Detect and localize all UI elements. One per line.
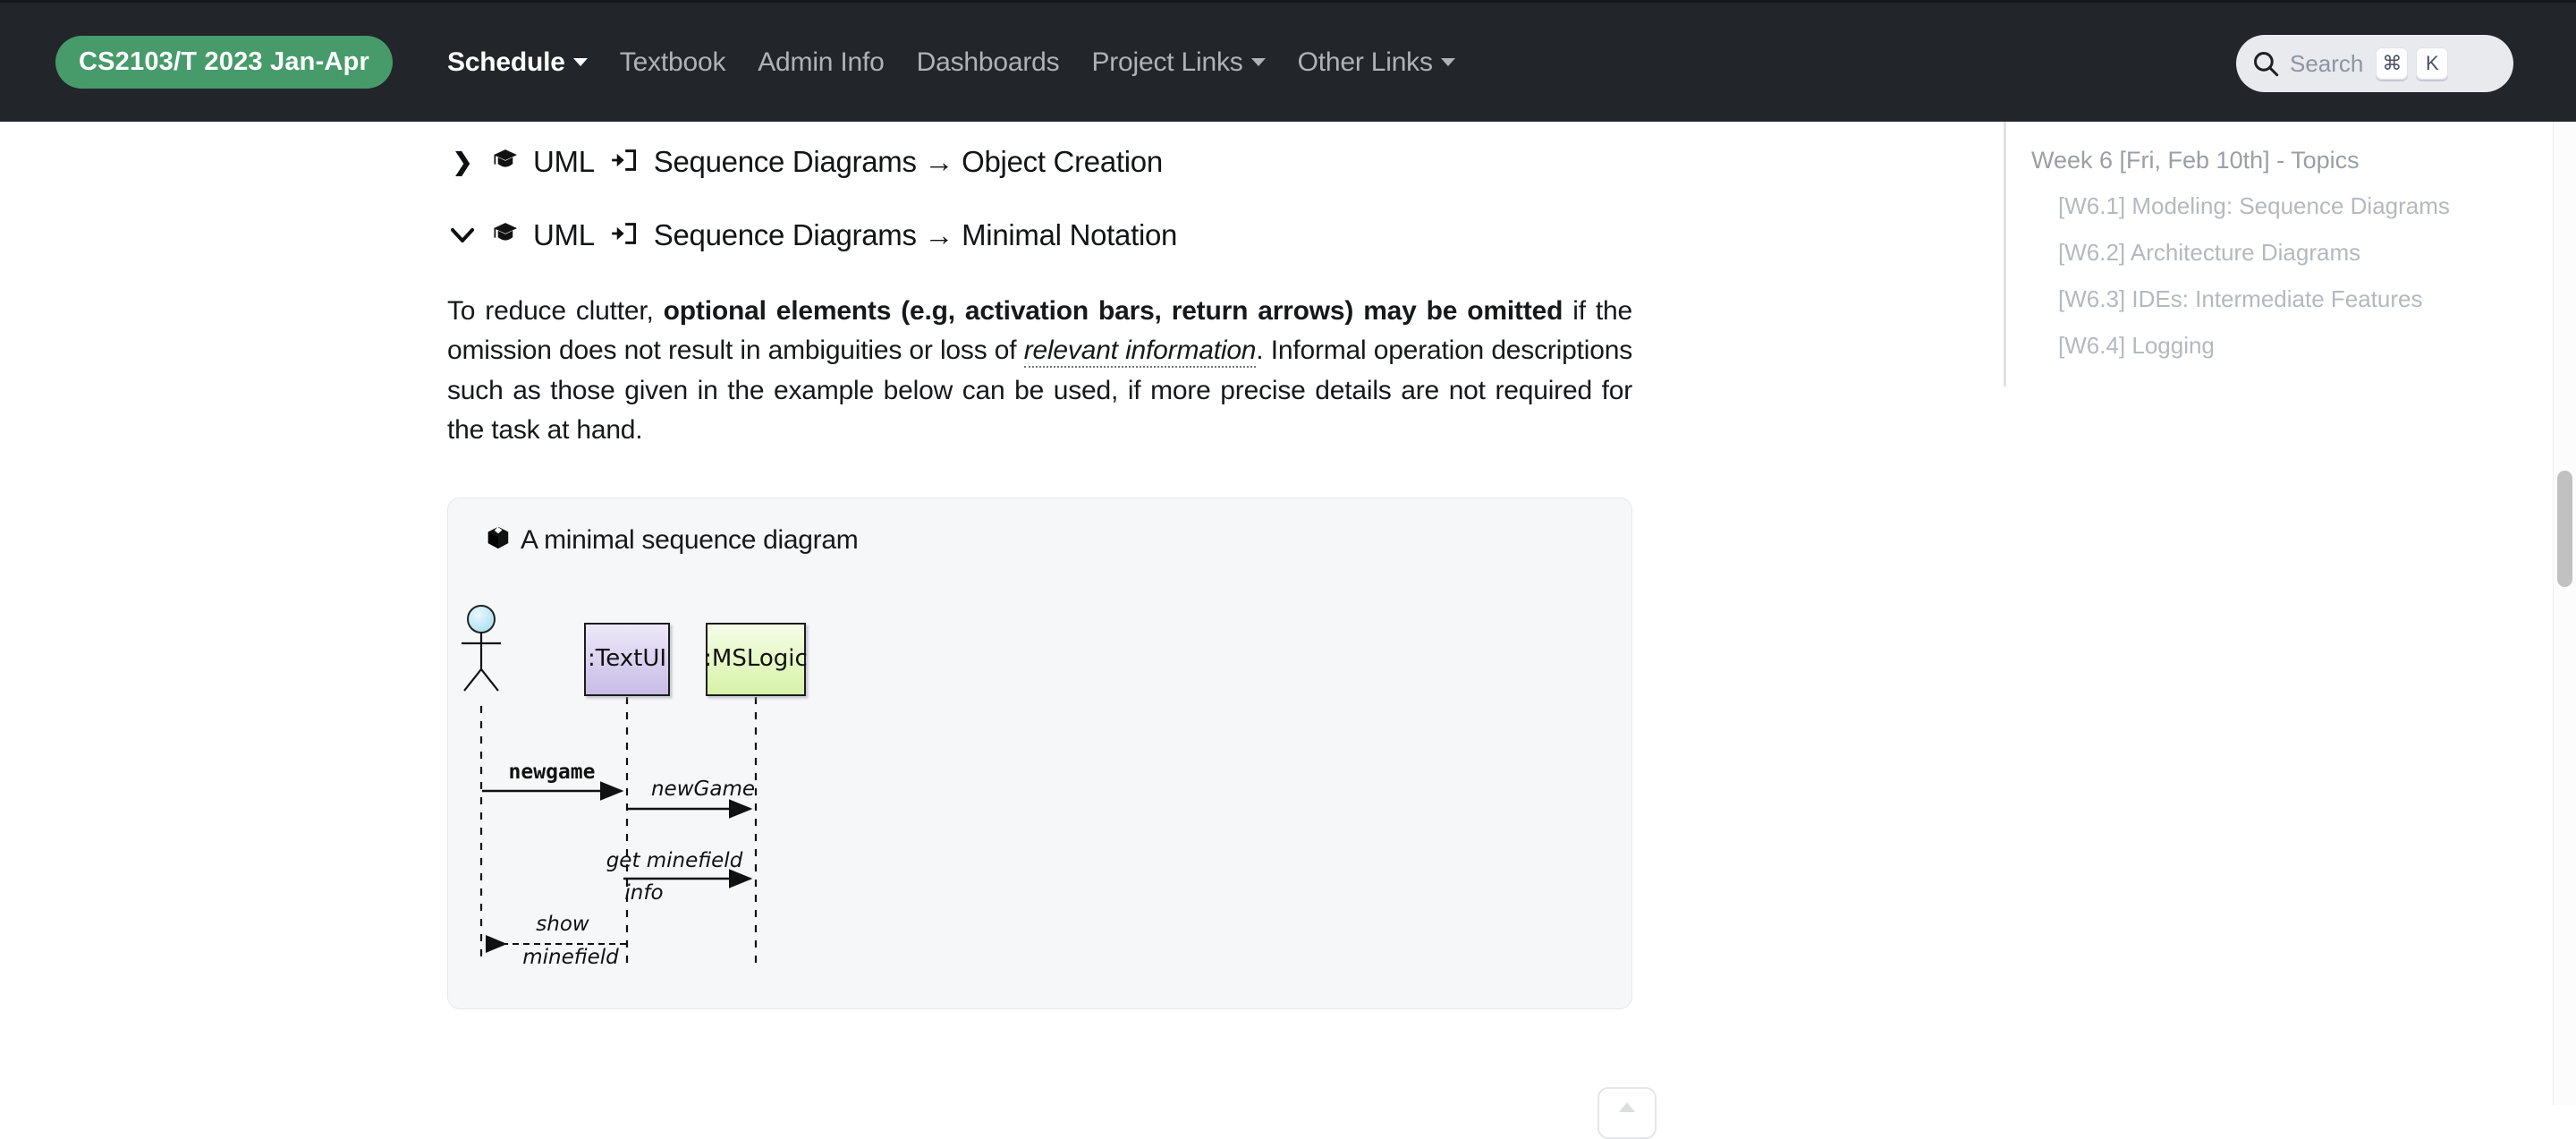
participant-label-textui: :TextUI: [588, 645, 666, 672]
search-button[interactable]: Search ⌘ K: [2236, 35, 2513, 92]
graduation-cap-icon: [492, 149, 519, 176]
section-title-object-creation: Sequence Diagrams → Object Creation: [653, 145, 1163, 178]
sequence-diagram-svg: :TextUI :MSLogic newgame newGame get min…: [462, 604, 808, 969]
nav-label-schedule: Schedule: [446, 47, 565, 77]
nav-label-other-links: Other Links: [1297, 47, 1433, 77]
section-prefix-uml-0: UML: [533, 145, 595, 178]
scroll-to-top-button[interactable]: [1597, 1087, 1657, 1139]
main-content: ❯ UML Sequence Diagrams → Object Creatio…: [447, 122, 1646, 1009]
login-arrow-glyph: [611, 222, 636, 244]
message-label-show: show: [536, 913, 589, 936]
search-shortcut: ⌘ K: [2376, 47, 2449, 80]
chevron-right-icon[interactable]: ❯: [447, 149, 478, 176]
message-newgame: newgame: [482, 761, 624, 801]
login-arrow-icon: [611, 221, 638, 251]
top-navbar: CS2103/T 2023 Jan-Apr Schedule Textbook …: [0, 0, 2576, 122]
k-key-badge: K: [2416, 47, 2449, 80]
sequence-diagram-card: A minimal sequence diagram:TextUI:MSLo…: [447, 497, 1632, 1009]
login-arrow-glyph: [611, 149, 636, 171]
section-header-minimal-notation[interactable]: UML Sequence Diagrams → Minimal Notation: [447, 218, 1646, 252]
chevron-down-icon[interactable]: [447, 227, 478, 243]
command-key-badge: ⌘: [2376, 47, 2409, 80]
nav-label-textbook: Textbook: [619, 47, 726, 77]
participant-label-mslogic: :MSLogic: [704, 645, 808, 672]
message-label-minefield: minefield: [522, 946, 619, 969]
message-label-info: info: [624, 881, 663, 905]
chevron-down-icon: [1250, 58, 1266, 66]
nav-item-project-links[interactable]: Project Links: [1075, 47, 1281, 78]
vertical-scrollbar-track[interactable]: [2553, 122, 2576, 1105]
nav-item-admin-info[interactable]: Admin Info: [741, 47, 900, 78]
tooltip-term-relevant-information[interactable]: relevant information: [1023, 336, 1256, 369]
toc-item-w62[interactable]: [W6.2] Architecture Diagrams: [2058, 239, 2540, 267]
paragraph-part-1: To reduce clutter,: [447, 296, 664, 326]
login-arrow-icon: [611, 148, 638, 177]
message-label-newGame: newGame: [651, 778, 755, 801]
page-toc-sidebar: Week 6 [Fri, Feb 10th] - Topics [W6.1] M…: [2004, 122, 2540, 387]
graduation-cap-icon: [492, 222, 519, 250]
message-label-newgame: newgame: [509, 761, 596, 784]
nav-item-other-links[interactable]: Other Links: [1282, 47, 1471, 78]
brand-button[interactable]: CS2103/T 2023 Jan-Apr: [55, 36, 393, 89]
chevron-down-glyph: [451, 228, 474, 242]
toc-title: Week 6 [Fri, Feb 10th] - Topics: [2031, 147, 2360, 174]
message-show-minefield: show minefield: [486, 913, 626, 969]
nav-label-admin-info: Admin Info: [758, 47, 885, 77]
search-placeholder: Search: [2290, 49, 2364, 77]
paragraph-bold-1: optional elements (e.g, activation bars,…: [663, 296, 1563, 326]
body-paragraph: To reduce clutter, optional elements (e.…: [447, 292, 1632, 451]
arrow-up-icon: [1619, 1102, 1635, 1112]
toc-item-w64[interactable]: [W6.4] Logging: [2058, 332, 2540, 360]
toc-item-w63[interactable]: [W6.3] IDEs: Intermediate Features: [2058, 285, 2540, 313]
section-header-object-creation[interactable]: ❯ UML Sequence Diagrams → Object Creatio…: [447, 145, 1646, 179]
graduation-cap-glyph: [494, 149, 517, 167]
chevron-down-icon: [572, 58, 588, 66]
toc-item-w61[interactable]: [W6.1] Modeling: Sequence Diagrams: [2058, 192, 2540, 220]
actor-figure: [462, 604, 501, 692]
message-newGame: newGame: [628, 778, 755, 819]
section-prefix-uml-1: UML: [533, 218, 595, 251]
graduation-cap-glyph: [494, 222, 517, 241]
nav-item-textbook[interactable]: Textbook: [604, 47, 741, 78]
section-title-minimal-notation: Sequence Diagrams → Minimal Notation: [653, 218, 1178, 251]
nav-item-schedule[interactable]: Schedule: [431, 47, 604, 78]
message-label-get-minefield: get minefield: [606, 849, 743, 872]
vertical-scrollbar-thumb[interactable]: [2557, 471, 2572, 587]
nav-label-project-links: Project Links: [1091, 47, 1243, 77]
message-get-minefield-info: get minefield info: [606, 849, 753, 905]
chevron-down-icon: [1440, 58, 1455, 66]
nav-links: Schedule Textbook Admin Info Dashboards …: [431, 47, 1471, 78]
nav-item-dashboards[interactable]: Dashboards: [901, 47, 1076, 78]
nav-label-dashboards: Dashboards: [916, 47, 1060, 77]
search-icon: [2254, 52, 2279, 77]
